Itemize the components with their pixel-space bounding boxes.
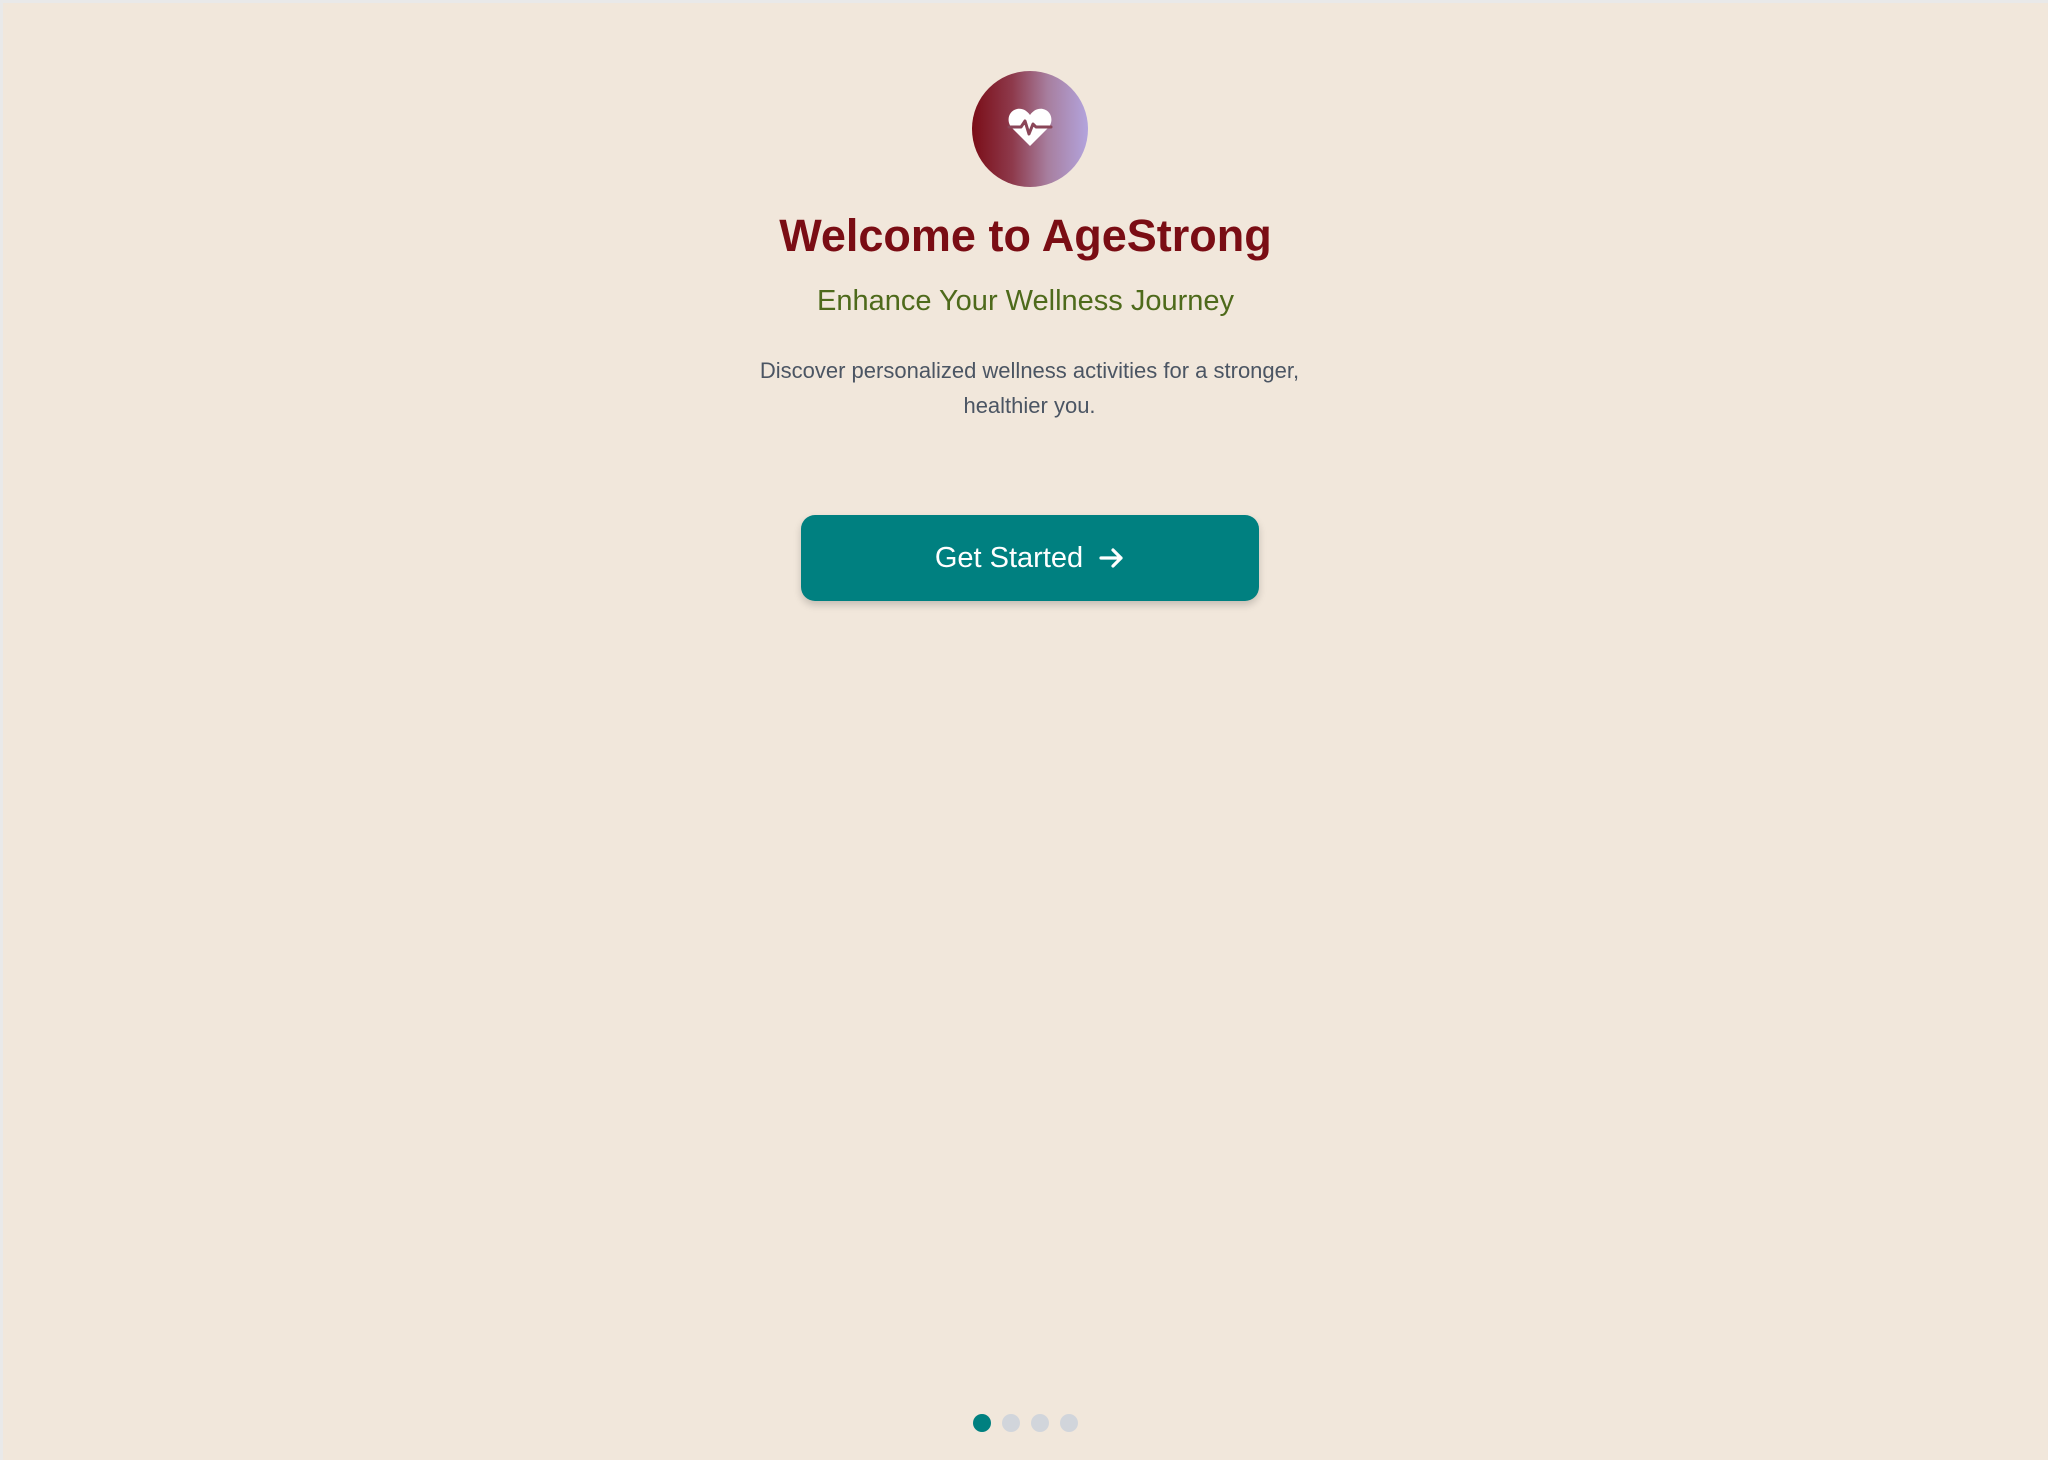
- page-dot-1[interactable]: [973, 1414, 991, 1432]
- page-dot-3[interactable]: [1031, 1414, 1049, 1432]
- arrow-right-icon: [1099, 546, 1125, 570]
- get-started-button[interactable]: Get Started: [801, 515, 1259, 601]
- get-started-label: Get Started: [934, 541, 1084, 574]
- pagination-dots: [3, 1414, 2048, 1432]
- onboarding-screen: Welcome to AgeStrong Enhance Your Wellne…: [3, 3, 2048, 1460]
- page-dot-2[interactable]: [1002, 1414, 1020, 1432]
- page-title: Welcome to AgeStrong: [779, 210, 1272, 261]
- page-dot-4[interactable]: [1060, 1414, 1078, 1432]
- app-logo: [972, 71, 1088, 187]
- page-description: Discover personalized wellness activitie…: [759, 358, 1300, 418]
- heart-pulse-icon: [1007, 106, 1053, 153]
- page-subtitle: Enhance Your Wellness Journey: [816, 285, 1235, 317]
